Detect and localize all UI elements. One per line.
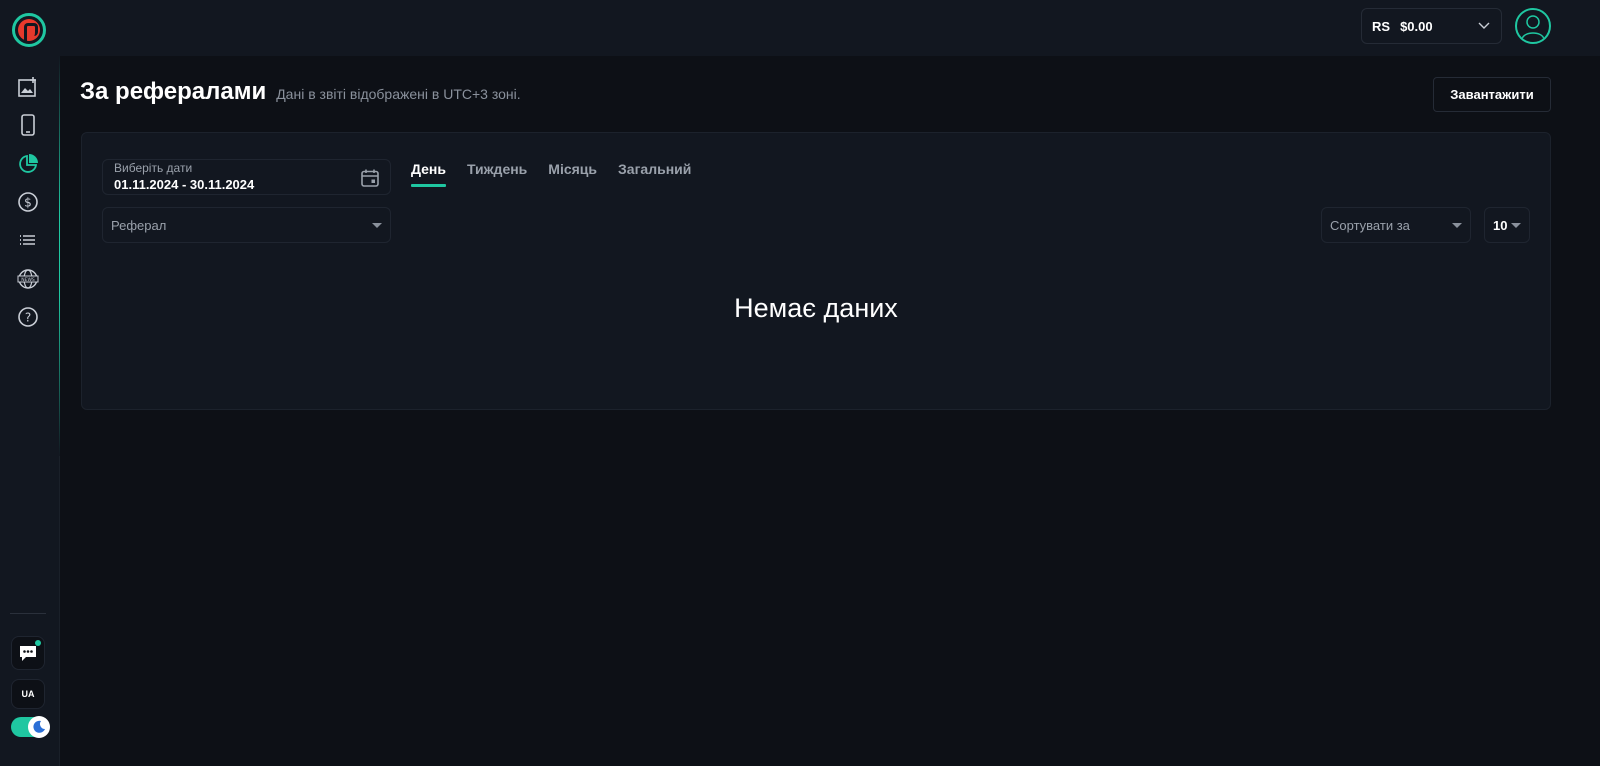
page-title: За рефералами [80,78,267,105]
balance-value: $0.00 [1400,18,1433,34]
top-bar: RS $0.00 [0,0,1600,56]
tab-week[interactable]: Тиждень [467,161,527,187]
currency-code: RS [1372,18,1391,34]
user-icon [1521,15,1545,40]
chat-button[interactable] [11,636,45,670]
caret-down-icon [1511,222,1521,228]
download-button[interactable]: Завантажити [1433,77,1551,112]
svg-text:NEWS: NEWS [21,277,35,283]
referral-select-placeholder: Реферал [111,217,167,233]
chat-icon [20,646,36,661]
language-button[interactable]: UA [11,679,45,709]
logo-mark [18,19,40,41]
calendar-icon[interactable] [360,168,380,193]
theme-toggle[interactable] [11,716,50,738]
page-size-select[interactable]: 10 [1484,207,1530,243]
help-icon[interactable]: ? [16,305,40,329]
list-icon[interactable] [16,228,40,252]
svg-text:?: ? [25,311,31,325]
period-tabs: День Тиждень Місяць Загальний [411,161,712,187]
page-header: За рефералами Дані в звіті відображені в… [80,78,521,106]
svg-text:$: $ [24,196,32,210]
pie-chart-icon[interactable] [16,152,40,176]
empty-state-message: Немає даних [734,293,898,323]
page-size-value: 10 [1493,217,1508,233]
date-range-value: 01.11.2024 - 30.11.2024 [114,177,255,192]
sort-select[interactable]: Сортувати за [1321,207,1471,243]
mobile-icon[interactable] [16,113,40,137]
sidebar-divider [10,613,46,614]
date-range-picker[interactable]: Виберіть дати 01.11.2024 - 30.11.2024 [102,159,391,195]
dollar-icon[interactable]: $ [16,190,40,214]
referral-select[interactable]: Реферал [102,207,391,243]
tab-day[interactable]: День [411,161,446,187]
moon-icon [28,716,50,738]
sort-select-placeholder: Сортувати за [1330,217,1410,233]
page-subtitle: Дані в звіті відображені в UTC+3 зоні. [276,86,521,102]
sidebar: $ NEWS ? UA [0,56,60,766]
tab-total[interactable]: Загальний [618,161,691,187]
notification-dot [35,640,41,646]
report-card: Виберіть дати 01.11.2024 - 30.11.2024 Де… [81,132,1551,410]
date-range-label: Виберіть дати [114,161,193,175]
tab-month[interactable]: Місяць [548,161,597,187]
logo[interactable] [12,13,46,47]
caret-down-icon [372,222,382,228]
user-avatar-button[interactable] [1515,8,1551,44]
sidebar-accent-line [59,56,60,456]
add-image-icon[interactable] [16,75,40,99]
caret-down-icon [1452,222,1462,228]
balance-dropdown[interactable]: RS $0.00 [1361,8,1502,44]
chevron-down-icon [1477,18,1491,35]
news-globe-icon[interactable]: NEWS [16,267,40,291]
